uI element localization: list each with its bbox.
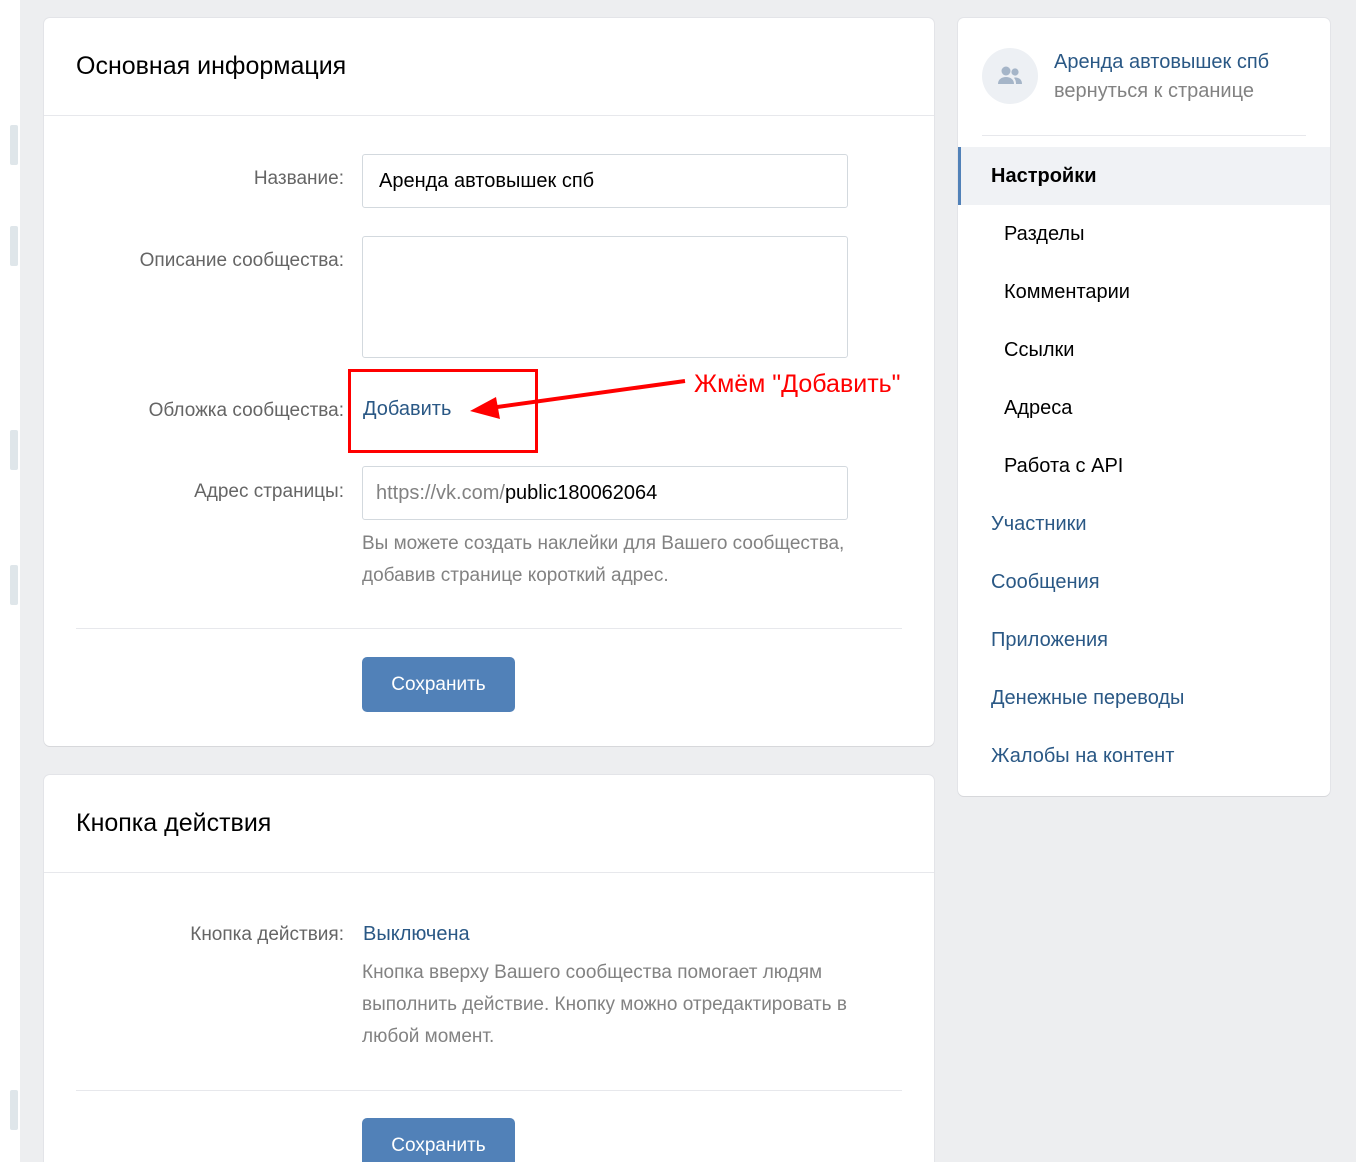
address-hint-line: добавив странице короткий адрес. — [362, 565, 669, 586]
name-field[interactable]: Аренда автовышек спб — [362, 154, 848, 208]
back-to-page-link[interactable]: вернуться к странице — [1054, 77, 1254, 106]
sidebar-item-label: Работа с API — [1004, 454, 1124, 477]
left-edge-strip — [0, 0, 20, 1162]
sidebar-menu: Аренда автовышек спб вернуться к страниц… — [958, 18, 1330, 796]
sidebar-item-money-transfers[interactable]: Денежные переводы — [958, 669, 1330, 727]
sidebar-item-comments[interactable]: Комментарии — [958, 263, 1330, 321]
sidebar-item-apps[interactable]: Приложения — [958, 611, 1330, 669]
edge-marker — [10, 125, 18, 165]
action-card-title: Кнопка действия — [44, 775, 934, 873]
description-label: Описание сообщества: — [139, 250, 344, 271]
action-hint: Кнопка вверху Вашего сообщества помогает… — [362, 957, 847, 1053]
edge-marker — [10, 430, 18, 470]
address-hint: Вы можете создать наклейки для Вашего со… — [362, 528, 844, 592]
action-hint-line: Кнопка вверху Вашего сообщества помогает… — [362, 962, 823, 983]
sidebar-item-api[interactable]: Работа с API — [958, 437, 1330, 495]
address-hint-line: Вы можете создать наклейки для Вашего со… — [362, 533, 845, 554]
name-label: Название: — [253, 168, 344, 189]
sidebar-item-addresses[interactable]: Адреса — [958, 379, 1330, 437]
address-label: Адрес страницы: — [194, 481, 344, 502]
sidebar-item-sections[interactable]: Разделы — [958, 205, 1330, 263]
name-field-value: Аренда автовышек спб — [379, 169, 595, 192]
sidebar-item-label: Ссылки — [1004, 338, 1075, 361]
edge-marker — [10, 565, 18, 605]
action-hint-line: выполнить действие. Кнопку можно отредак… — [362, 994, 847, 1015]
action-status-link[interactable]: Выключена — [363, 923, 470, 946]
sidebar-item-members[interactable]: Участники — [958, 495, 1330, 553]
action-label: Кнопка действия: — [190, 924, 344, 945]
address-prefix: https://vk.com/ — [376, 481, 505, 504]
main-info-title: Основная информация — [44, 18, 934, 116]
sidebar-header[interactable]: Аренда автовышек спб вернуться к страниц… — [982, 48, 1306, 136]
address-value: public180062064 — [504, 481, 658, 504]
community-name[interactable]: Аренда автовышек спб — [1054, 48, 1269, 77]
sidebar-item-label: Разделы — [1004, 222, 1085, 245]
edge-marker — [10, 1090, 18, 1130]
sidebar-item-label: Приложения — [991, 628, 1109, 651]
address-field[interactable]: https://vk.com/public180062064 — [362, 466, 848, 520]
sidebar-item-label: Сообщения — [991, 570, 1100, 593]
save-button[interactable]: Сохранить — [362, 657, 515, 712]
cover-label: Обложка сообщества: — [148, 400, 344, 421]
sidebar-item-label: Участники — [991, 512, 1087, 535]
action-card: Кнопка действия Кнопка действия: Выключе… — [44, 775, 934, 1162]
sidebar-item-label: Денежные переводы — [991, 686, 1185, 709]
divider — [76, 1090, 902, 1091]
edge-marker — [10, 226, 18, 266]
divider — [76, 628, 902, 629]
sidebar-item-content-reports[interactable]: Жалобы на контент — [958, 727, 1330, 785]
sidebar-item-settings[interactable]: Настройки — [958, 147, 1330, 205]
sidebar-item-label: Комментарии — [1004, 280, 1130, 303]
description-field[interactable] — [362, 236, 848, 358]
sidebar-item-links[interactable]: Ссылки — [958, 321, 1330, 379]
annotation-text: Жмём "Добавить" — [694, 370, 901, 398]
sidebar-item-label: Настройки — [991, 164, 1097, 187]
save-button[interactable]: Сохранить — [362, 1118, 515, 1162]
sidebar-item-label: Жалобы на контент — [991, 744, 1175, 767]
sidebar-item-label: Адреса — [1004, 396, 1073, 419]
annotation-arrow-icon — [470, 379, 686, 419]
sidebar-item-messages[interactable]: Сообщения — [958, 553, 1330, 611]
community-icon — [982, 48, 1038, 104]
action-hint-line: любой момент. — [362, 1026, 495, 1047]
